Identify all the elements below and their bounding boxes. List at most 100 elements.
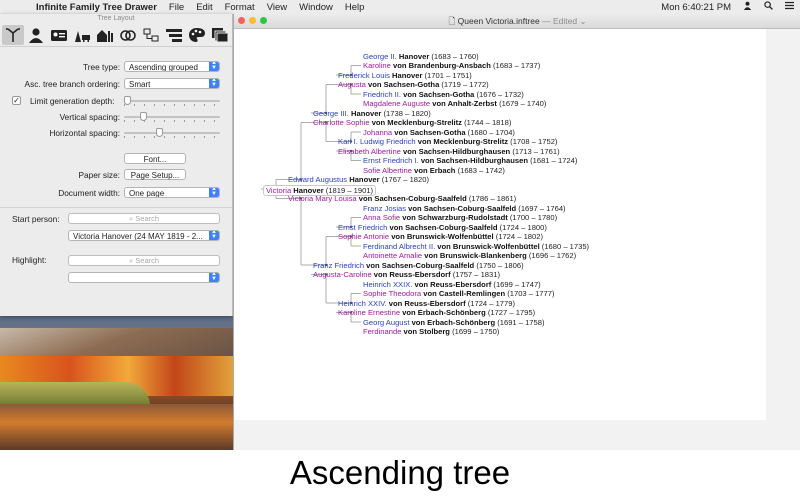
tree-person[interactable]: Magdalene Auguste von Anhalt-Zerbst (167… [363, 99, 546, 108]
tree-person[interactable]: Sophie Antonie von Brunswick-Wolfenbütte… [338, 232, 543, 241]
menu-file[interactable]: File [169, 2, 184, 13]
tree-animals-icon[interactable] [71, 25, 93, 45]
panel-toolbar [0, 24, 232, 47]
tree-person[interactable]: Heinrich XXIV. von Reuss-Ebersdorf (1724… [338, 299, 515, 308]
close-icon[interactable] [238, 17, 245, 24]
tree-person[interactable]: Charlotte Sophie von Mecklenburg-Strelit… [313, 118, 511, 127]
person-family-name: von Brandenburg-Ansbach [392, 61, 491, 70]
clock[interactable]: Mon 6:40:21 PM [661, 2, 731, 13]
tree-person[interactable]: Karoline Ernestine von Erbach-Schönberg … [338, 308, 535, 317]
tree-layout-panel: Tree Layout Tree type: Ascending grouped… [0, 14, 233, 316]
tree-person[interactable]: Edward Augustus Hanover (1767 – 1820) [288, 175, 429, 184]
tree-person[interactable]: Anna Sofie von Schwarzburg-Rudolstadt (1… [363, 213, 557, 222]
tree-person[interactable]: Karl I. Ludwig Friedrich von Mecklenburg… [338, 137, 557, 146]
vertical-spacing-slider[interactable] [124, 112, 220, 122]
person-given-name: Franz Friedrich [313, 260, 367, 270]
tree-person[interactable]: Frederick Louis Hanover (1701 – 1751) [338, 71, 472, 80]
tree-person[interactable]: Georg August von Erbach-Schönberg (1691 … [363, 318, 545, 327]
person-family-name: von Brunswick-Wolfenbüttel [391, 232, 494, 241]
tree-person[interactable]: Victoria Mary Louisa von Sachsen-Coburg-… [288, 194, 516, 203]
tree-person[interactable]: Augusta von Sachsen-Gotha (1719 – 1772) [338, 80, 489, 89]
person-given-name: Sophie Antonie [338, 232, 392, 241]
person-family-name: von Sachsen-Gotha [394, 127, 466, 137]
tree-person[interactable]: Heinrich XXIX. von Reuss-Ebersdorf (1699… [363, 280, 541, 289]
person-dates: (1767 – 1820) [379, 175, 430, 184]
zoom-icon[interactable] [260, 17, 267, 24]
person-dates: (1700 – 1780) [507, 213, 558, 222]
menu-edit[interactable]: Edit [196, 2, 212, 13]
person-given-name: Magdalene Auguste [363, 99, 433, 108]
tree-person[interactable]: Karoline von Brandenburg-Ansbach (1683 –… [363, 61, 540, 70]
menu-format[interactable]: Format [225, 2, 255, 13]
tree-layout-icon[interactable] [2, 25, 24, 45]
house-icon[interactable] [94, 25, 116, 45]
tree-person[interactable]: Ferdinande von Stolberg (1699 – 1750) [363, 327, 499, 336]
calendar-tree-icon[interactable] [140, 25, 162, 45]
tree-type-value: Ascending grouped [129, 63, 198, 72]
id-card-icon[interactable] [48, 25, 70, 45]
tree-person[interactable]: Augusta-Caroline von Reuss-Ebersdorf (17… [313, 270, 500, 279]
pages-icon[interactable] [209, 25, 231, 45]
highlight-search[interactable]: ⌕ Search [68, 255, 220, 266]
tree-person[interactable]: Ernst Friedrich I. von Sachsen-Hildburgh… [363, 156, 577, 165]
person-family-name: von Sachsen-Gotha [403, 89, 475, 99]
person-family-name: Hanover [398, 51, 430, 61]
person-dates: (1699 – 1750) [449, 327, 500, 336]
start-person-search[interactable]: ⌕ Search [68, 213, 220, 224]
start-person-label: Start person: [12, 213, 60, 224]
menu-list-icon[interactable] [785, 1, 794, 13]
layout-bars-icon[interactable] [163, 25, 185, 45]
generation-depth-slider[interactable] [124, 96, 220, 106]
tree-person[interactable]: Antoinette Amalie von Brunswick-Blankenb… [363, 251, 576, 260]
person-family-name: Hanover [349, 175, 380, 184]
horizontal-spacing-row: Horizontal spacing: [0, 126, 120, 139]
tree-person[interactable]: George III. Hanover (1738 – 1820) [313, 109, 431, 118]
page-setup-button[interactable]: Page Setup... [124, 169, 186, 180]
person-given-name: Franz Josias [363, 203, 409, 213]
user-icon[interactable] [743, 1, 752, 13]
menu-view[interactable]: View [267, 2, 287, 13]
chevron-updown-icon: ▲ ▼ [209, 231, 219, 240]
chevron-updown-icon: ▲ ▼ [209, 79, 219, 88]
minimize-icon[interactable] [249, 17, 256, 24]
start-person-row: Start person: [12, 212, 60, 225]
highlight-select[interactable]: ▲ ▼ [68, 272, 220, 283]
limit-depth-checkbox[interactable]: ✓ [12, 96, 21, 105]
menu-help[interactable]: Help [345, 2, 365, 13]
tree-canvas[interactable]: George II. Hanover (1683 – 1760) Karoline… [234, 29, 766, 420]
person-family-name: von Brunswick-Wolfenbüttel [437, 241, 540, 251]
chevron-updown-icon: ▲ ▼ [209, 273, 219, 282]
rings-icon[interactable] [117, 25, 139, 45]
tree-person[interactable]: Sophie Theodora von Castell-Remlingen (1… [363, 289, 555, 298]
person-icon[interactable] [25, 25, 47, 45]
tree-person[interactable]: Ferdinand Albrecht II. von Brunswick-Wol… [363, 242, 589, 251]
tree-person[interactable]: Elisabeth Albertine von Sachsen-Hildburg… [338, 147, 560, 156]
tree-person[interactable]: Ernst Friedrich von Sachsen-Coburg-Saalf… [338, 223, 547, 232]
horizontal-spacing-slider[interactable] [124, 128, 220, 138]
person-given-name: Edward Augustus [288, 175, 350, 184]
person-dates: (1691 – 1758) [495, 317, 545, 327]
person-family-name: von Sachsen-Coburg-Saalfeld [389, 222, 498, 232]
tree-person[interactable]: Sofie Albertine von Erbach (1683 – 1742) [363, 166, 505, 175]
start-person-select[interactable]: Victoria Hanover (24 MAY 1819 - 2... ▲ ▼ [68, 230, 220, 241]
font-button[interactable]: Font... [124, 153, 186, 164]
doc-width-select[interactable]: One page ▲ ▼ [124, 187, 220, 198]
paper-size-row: Paper size: [0, 168, 120, 181]
tree-person[interactable]: Friedrich II. von Sachsen-Gotha (1676 – … [363, 90, 524, 99]
tree-person[interactable]: Franz Josias von Sachsen-Coburg-Saalfeld… [363, 204, 566, 213]
spotlight-icon[interactable] [764, 1, 773, 13]
person-family-name: von Erbach [414, 165, 456, 175]
caption: Ascending tree [0, 450, 800, 500]
branch-order-select[interactable]: Smart ▲ ▼ [124, 78, 220, 89]
tree-person[interactable]: George II. Hanover (1683 – 1760) [363, 52, 479, 61]
person-family-name: von Castell-Remlingen [423, 289, 506, 298]
tree-person[interactable]: Johanna von Sachsen-Gotha (1680 – 1704) [363, 128, 515, 137]
vertical-spacing-label: Vertical spacing: [59, 111, 120, 122]
app-menu[interactable]: Infinite Family Tree Drawer [36, 2, 157, 13]
palette-icon[interactable] [186, 25, 208, 45]
menu-window[interactable]: Window [299, 2, 333, 13]
chevron-updown-icon: ▲ ▼ [209, 62, 219, 71]
tree-person[interactable]: Franz Friedrich von Sachsen-Coburg-Saalf… [313, 261, 524, 270]
tree-type-select[interactable]: Ascending grouped ▲ ▼ [124, 61, 220, 72]
person-dates: (1744 – 1818) [461, 118, 512, 127]
